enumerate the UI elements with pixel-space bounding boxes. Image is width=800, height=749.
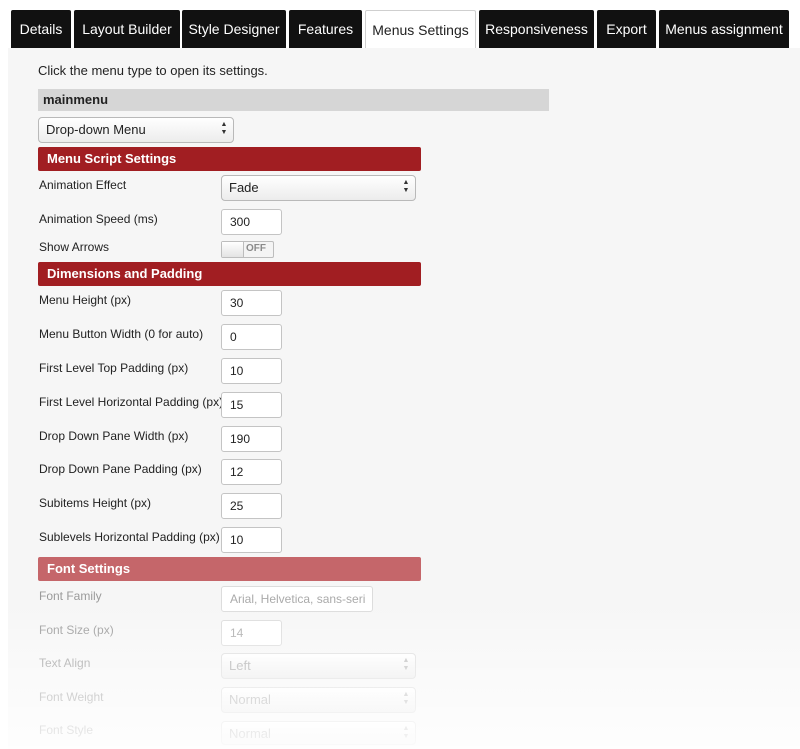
tab-bar: Details Layout Builder Style Designer Fe…	[0, 0, 800, 48]
font-family-input[interactable]: Arial, Helvetica, sans-seri	[221, 586, 373, 612]
toggle-state-text: OFF	[246, 243, 266, 254]
label-sublevels-horizontal-padding: Sublevels Horizontal Padding (px)	[39, 530, 220, 544]
tab-features[interactable]: Features	[289, 10, 362, 48]
label-font-style: Font Style	[39, 723, 94, 737]
label-first-level-horizontal-padding: First Level Horizontal Padding (px)	[39, 395, 224, 409]
drop-down-pane-padding-input[interactable]: 12	[221, 459, 282, 485]
font-style-value: Normal	[229, 726, 271, 741]
label-menu-button-width: Menu Button Width (0 for auto)	[39, 327, 204, 341]
tab-export[interactable]: Export	[597, 10, 656, 48]
tab-style-designer[interactable]: Style Designer	[182, 10, 286, 48]
subitems-height-input[interactable]: 25	[221, 493, 282, 519]
label-animation-effect: Animation Effect	[39, 178, 127, 192]
animation-speed-input[interactable]: 300	[221, 209, 282, 235]
tab-details[interactable]: Details	[11, 10, 71, 48]
animation-effect-select[interactable]: Fade ▲ ▼	[221, 175, 416, 201]
animation-effect-value: Fade	[229, 180, 259, 195]
tab-layout-builder[interactable]: Layout Builder	[74, 10, 180, 48]
text-align-select[interactable]: Left ▲ ▼	[221, 653, 416, 679]
font-weight-value: Normal	[229, 692, 271, 707]
font-size-input[interactable]: 14	[221, 620, 282, 646]
section-font-settings[interactable]: Font Settings	[38, 557, 421, 581]
label-drop-down-pane-padding: Drop Down Pane Padding (px)	[39, 462, 202, 476]
label-menu-height: Menu Height (px)	[39, 293, 132, 307]
select-arrows-icon: ▲ ▼	[402, 179, 410, 194]
font-weight-select[interactable]: Normal ▲ ▼	[221, 687, 416, 713]
drop-down-pane-width-input[interactable]: 190	[221, 426, 282, 452]
intro-text: Click the menu type to open its settings…	[38, 63, 268, 78]
label-subitems-height: Subitems Height (px)	[39, 496, 152, 510]
label-font-size: Font Size (px)	[39, 623, 114, 637]
first-level-top-padding-input[interactable]: 10	[221, 358, 282, 384]
label-first-level-top-padding: First Level Top Padding (px)	[39, 361, 189, 375]
first-level-horizontal-padding-input[interactable]: 15	[221, 392, 282, 418]
text-align-value: Left	[229, 658, 251, 673]
section-menu-script-settings[interactable]: Menu Script Settings	[38, 147, 421, 171]
tab-responsiveness[interactable]: Responsiveness	[479, 10, 594, 48]
label-font-family: Font Family	[39, 589, 102, 603]
font-style-select[interactable]: Normal ▲ ▼	[221, 721, 416, 745]
tab-menus-assignment[interactable]: Menus assignment	[659, 10, 789, 48]
menu-button-width-input[interactable]: 0	[221, 324, 282, 350]
select-arrows-icon: ▲ ▼	[402, 691, 410, 706]
label-show-arrows: Show Arrows	[39, 240, 110, 254]
tab-menus-settings[interactable]: Menus Settings	[365, 10, 476, 48]
label-text-align: Text Align	[39, 656, 91, 670]
menu-type-select[interactable]: Drop-down Menu ▲ ▼	[38, 117, 234, 143]
section-dimensions-padding[interactable]: Dimensions and Padding	[38, 262, 421, 286]
menu-name-bar[interactable]: mainmenu	[38, 89, 549, 111]
toggle-knob	[222, 242, 244, 257]
select-arrows-icon: ▲ ▼	[402, 725, 410, 740]
label-drop-down-pane-width: Drop Down Pane Width (px)	[39, 429, 189, 443]
label-font-weight: Font Weight	[39, 690, 104, 704]
label-animation-speed: Animation Speed (ms)	[39, 212, 158, 226]
sublevels-horizontal-padding-input[interactable]: 10	[221, 527, 282, 553]
select-arrows-icon: ▲ ▼	[220, 121, 228, 136]
menu-type-value: Drop-down Menu	[46, 122, 146, 137]
menu-height-input[interactable]: 30	[221, 290, 282, 316]
show-arrows-toggle[interactable]: OFF	[221, 241, 274, 258]
select-arrows-icon: ▲ ▼	[402, 657, 410, 672]
